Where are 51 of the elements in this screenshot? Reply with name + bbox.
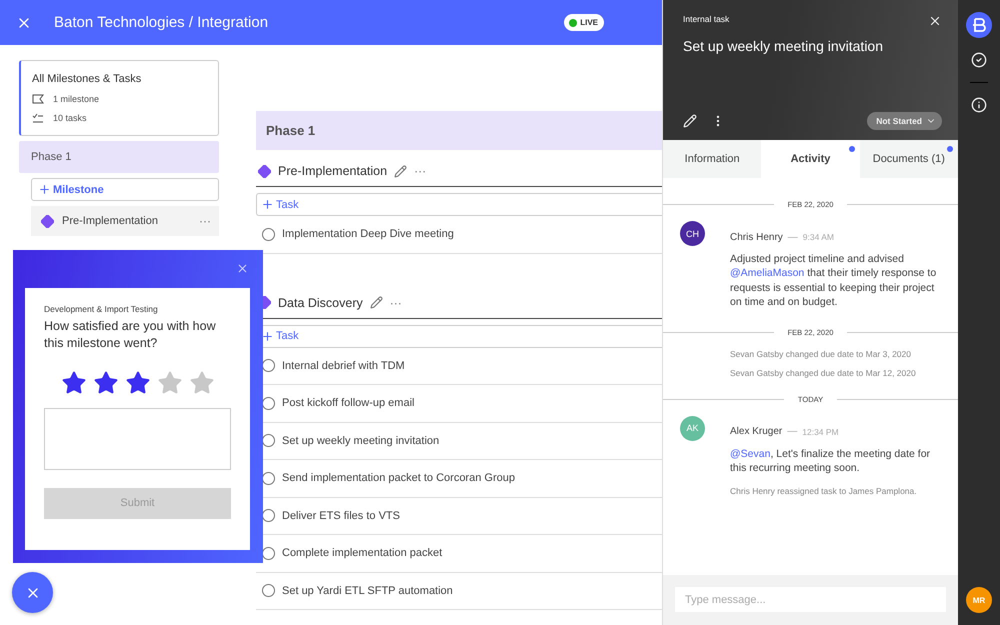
comment-author: Alex Kruger	[730, 426, 782, 438]
task-row[interactable]: Implementation Deep Dive meeting	[256, 216, 662, 254]
live-badge: LIVE	[564, 14, 604, 31]
more-icon[interactable]: ···	[390, 296, 402, 310]
task-title: Send implementation packet to Corcoran Group	[282, 472, 515, 484]
comment-text: Adjusted project timeline and advised @AmeliaMason that their timely response to requests is essential to keeping their project on time and on budget.	[730, 252, 938, 310]
milestone-item[interactable]: Pre-Implementation ···	[31, 206, 219, 236]
tab[interactable]: Documents (1)	[860, 140, 958, 178]
mention-link[interactable]: @AmeliaMason	[730, 267, 804, 280]
status-dropdown[interactable]: Not Started	[867, 112, 942, 130]
more-icon[interactable]: ···	[199, 214, 211, 228]
message-input[interactable]: Type message...	[675, 587, 946, 612]
page-title: Baton Technologies / Integration	[54, 14, 270, 31]
phase-banner: Phase 1	[256, 111, 662, 150]
task-title: Set up weekly meeting invitation	[683, 38, 884, 56]
survey-category: Development & Import Testing	[44, 304, 159, 314]
activity-event: Sevan Gatsby changed due date to Mar 12, 2020	[729, 368, 917, 378]
task-title: Internal debrief with TDM	[282, 360, 405, 372]
tab[interactable]: Activity	[761, 140, 860, 178]
task-title: Set up Yardi ETL SFTP automation	[282, 584, 453, 597]
comment-time: 12:34 PM	[802, 426, 839, 437]
milestone-title: Pre-Implementation	[278, 164, 388, 178]
mention-link[interactable]: @Sevan	[730, 448, 770, 460]
comment-author: Chris Henry	[730, 232, 783, 242]
task-type-label: Internal task	[683, 14, 730, 26]
task-title: Set up weekly meeting invitation	[282, 434, 440, 447]
summary-title: All Milestones & Tasks	[32, 73, 142, 85]
task-title: Deliver ETS files to VTS	[282, 510, 400, 522]
separator-dash: —	[788, 232, 798, 242]
summary-count: 1 milestone	[53, 94, 100, 104]
avatar: AK	[680, 416, 705, 441]
milestone-title: Data Discovery	[278, 296, 363, 310]
task-title: Complete implementation packet	[282, 547, 442, 560]
comment-time: 9:34 AM	[802, 232, 834, 242]
task-title: Post kickoff follow-up email	[282, 397, 414, 410]
separator-dash: —	[787, 426, 798, 438]
add-milestone-button[interactable]: Milestone	[31, 178, 219, 201]
comment-text: @Sevan, Let's finalize the meeting date for this recurring meeting soon.	[730, 446, 932, 476]
more-icon[interactable]: ···	[414, 164, 426, 178]
activity-event: Chris Henry reassigned task to James Pamplona.	[729, 486, 918, 496]
add-task-button[interactable]: Task	[256, 193, 662, 216]
phase-item[interactable]: Phase 1	[19, 141, 219, 173]
milestone-name: Pre-Implementation	[62, 215, 159, 227]
summary-count: 10 tasks	[53, 113, 87, 123]
task-row[interactable]: Set up Yardi ETL SFTP automation	[256, 572, 662, 610]
summary-card[interactable]: All Milestones & Tasks 1 milestone 10 tasks	[19, 60, 219, 136]
avatar: CH	[680, 221, 705, 246]
tab[interactable]: Information	[663, 140, 762, 178]
survey-question: How satisfied are you with how this milestone went?	[44, 318, 217, 352]
task-title: Implementation Deep Dive meeting	[282, 228, 454, 240]
activity-event: Sevan Gatsby changed due date to Mar 3, 2020	[729, 348, 912, 359]
